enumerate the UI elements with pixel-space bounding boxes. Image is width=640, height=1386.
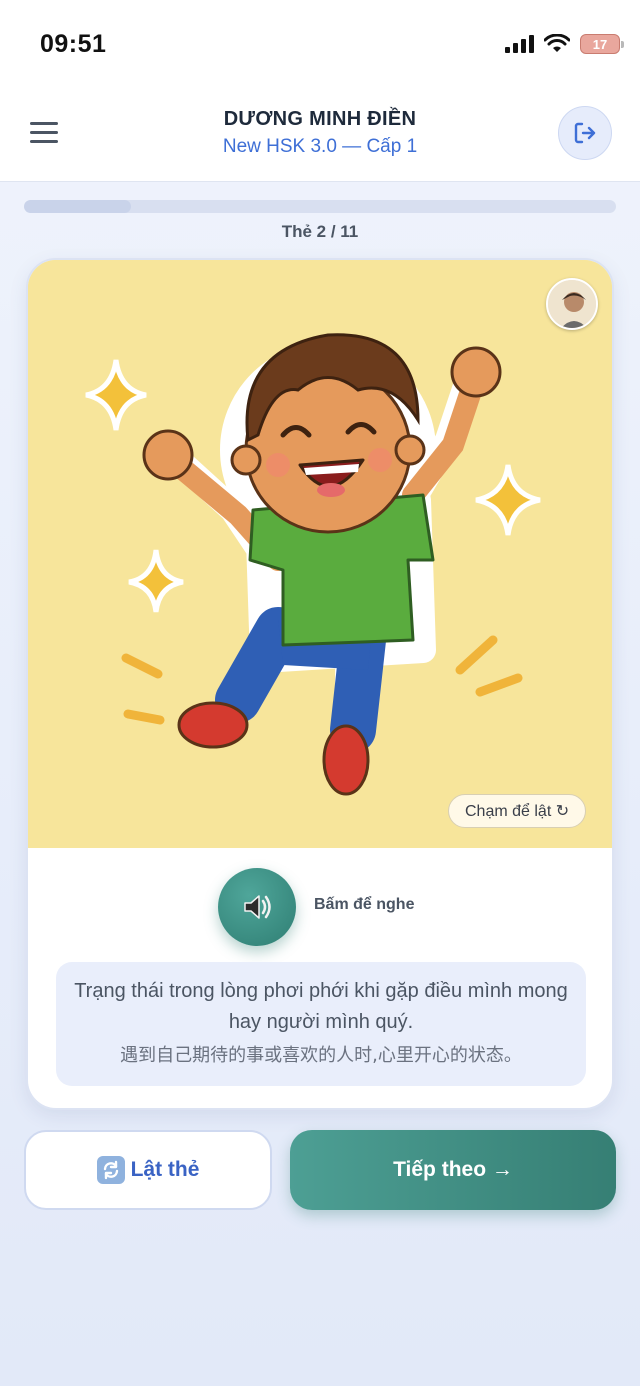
progress-fill	[24, 200, 131, 213]
jumping-boy-illustration	[28, 260, 612, 848]
status-icons: 17	[505, 34, 624, 54]
meaning-chinese: 遇到自己期待的事或喜欢的人时,心里开心的状态。	[120, 1045, 522, 1066]
course-subtitle: New HSK 3.0 — Cấp 1	[222, 136, 418, 157]
flashcard[interactable]: Chạm để lật ↻ Bấm để nghe Trạng thái tro…	[26, 258, 614, 1110]
battery-level: 17	[592, 36, 608, 52]
wifi-icon	[544, 34, 570, 52]
next-button[interactable]: Tiếp theo →	[290, 1130, 616, 1210]
status-time: 09:51	[40, 30, 107, 58]
card-counter: Thẻ 2 / 11	[281, 222, 359, 241]
audio-label: Bấm để nghe	[314, 896, 415, 913]
avatar	[546, 278, 598, 330]
speaker-icon	[244, 895, 271, 919]
progress-bar	[24, 200, 616, 213]
flip-card-button[interactable]: Lật thẻ	[24, 1130, 272, 1210]
logout-icon	[574, 122, 596, 144]
card-illustration[interactable]: Chạm để lật ↻	[28, 260, 612, 848]
status-bar: 09:51 17	[0, 0, 640, 92]
battery-icon: 17	[580, 34, 624, 54]
app-header: DƯƠNG MINH ĐIỀN New HSK 3.0 — Cấp 1	[0, 92, 640, 182]
meaning-box: Trạng thái trong lòng phơi phới khi gặp …	[56, 962, 586, 1086]
flip-hint[interactable]: Chạm để lật ↻	[448, 794, 587, 828]
flip-card-label: Lật thẻ	[130, 1158, 200, 1181]
audio-row: Bấm để nghe	[28, 868, 612, 948]
logout-button[interactable]	[558, 106, 612, 160]
page-title: DƯƠNG MINH ĐIỀN	[223, 108, 417, 130]
meaning-vietnamese: Trạng thái trong lòng phơi phới khi gặp …	[74, 980, 568, 1033]
signal-icon	[505, 35, 534, 53]
next-label: Tiếp theo →	[393, 1158, 513, 1181]
flip-icon	[96, 1156, 125, 1184]
play-audio-button[interactable]	[218, 868, 296, 946]
